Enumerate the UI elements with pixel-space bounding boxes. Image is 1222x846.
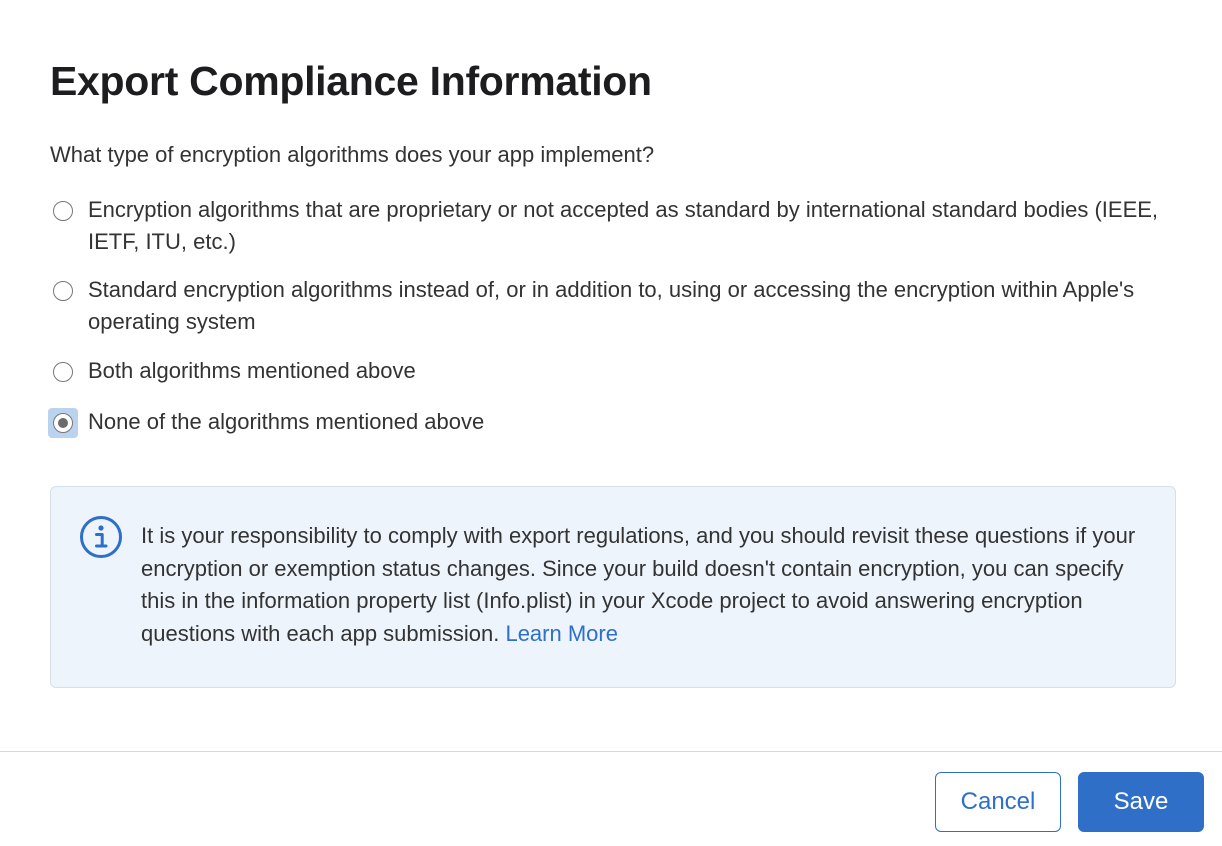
footer-divider (0, 751, 1222, 752)
save-button[interactable]: Save (1078, 772, 1204, 832)
info-icon (80, 516, 122, 558)
info-notice-text: It is your responsibility to comply with… (141, 520, 1141, 650)
info-notice-box: It is your responsibility to comply with… (50, 486, 1176, 688)
option-standard-algorithms[interactable]: Standard encryption algorithms instead o… (48, 274, 1188, 338)
option-both-algorithms[interactable]: Both algorithms mentioned above (48, 355, 1188, 387)
radio-none-algorithms-wrap[interactable] (48, 408, 78, 438)
export-compliance-dialog: Export Compliance Information What type … (0, 0, 1222, 846)
encryption-question: What type of encryption algorithms does … (50, 142, 655, 167)
learn-more-link[interactable]: Learn More (505, 621, 618, 646)
encryption-options-radio-group: Encryption algorithms that are proprieta… (48, 194, 1188, 438)
radio-button-proprietary[interactable] (53, 201, 73, 221)
radio-button-none[interactable] (53, 413, 73, 433)
radio-button-both[interactable] (53, 362, 73, 382)
radio-standard-algorithms-wrap[interactable] (48, 276, 78, 306)
radio-proprietary-algorithms-wrap[interactable] (48, 196, 78, 226)
option-label-proprietary: Encryption algorithms that are proprieta… (88, 197, 1159, 254)
radio-button-standard[interactable] (53, 281, 73, 301)
option-label-standard: Standard encryption algorithms instead o… (88, 277, 1135, 334)
option-label-both: Both algorithms mentioned above (88, 358, 416, 383)
radio-both-algorithms-wrap[interactable] (48, 357, 78, 387)
cancel-button[interactable]: Cancel (935, 772, 1061, 832)
option-proprietary-algorithms[interactable]: Encryption algorithms that are proprieta… (48, 194, 1188, 258)
radio-selected-dot (58, 418, 68, 428)
dialog-title: Export Compliance Information (50, 58, 652, 104)
option-none-algorithms[interactable]: None of the algorithms mentioned above (48, 406, 1188, 438)
info-notice-body: It is your responsibility to comply with… (141, 523, 1136, 646)
option-label-none: None of the algorithms mentioned above (88, 409, 485, 434)
